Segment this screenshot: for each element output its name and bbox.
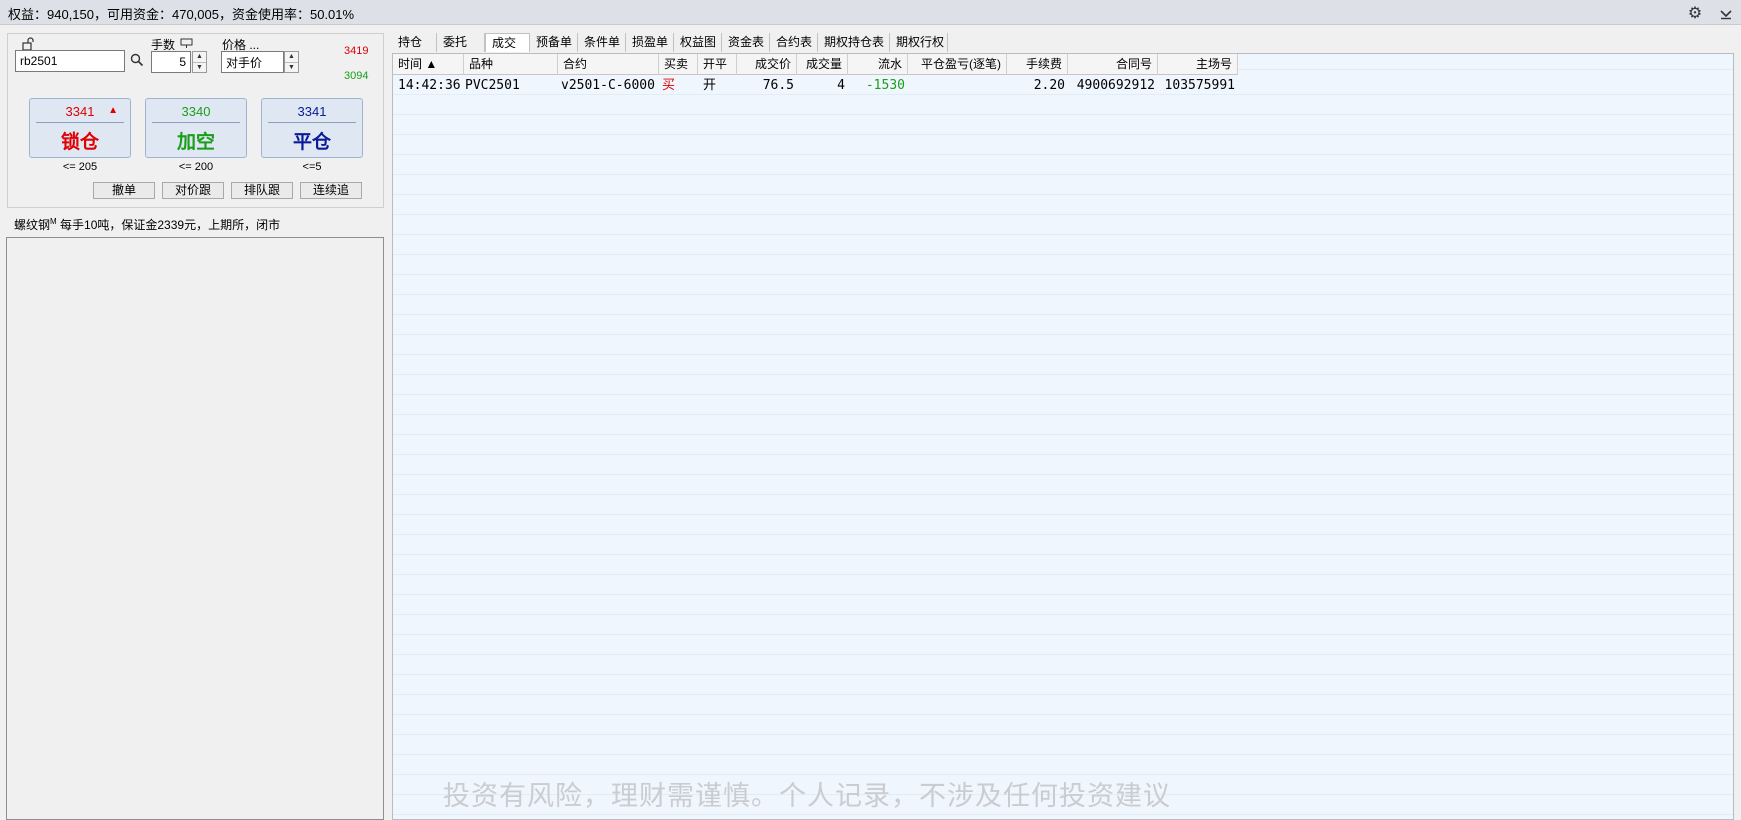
cell-volume: 4 (837, 78, 845, 93)
tab-conditional-orders[interactable]: 条件单 (578, 33, 626, 52)
continuous-chase-button[interactable]: 连续追 (300, 182, 362, 199)
price-stepper[interactable]: ▲ ▼ (284, 51, 299, 73)
up-arrow-icon: ▲ (108, 105, 118, 116)
trades-table: 时间 ▲ 品种 合约 买卖 开平 成交价 成交量 流水 平仓盈亏(逐笔) 手续费… (392, 53, 1734, 820)
button-divider (36, 122, 124, 123)
opponent-price-follow-button[interactable]: 对价跟 (162, 182, 224, 199)
account-summary-bar: 权益：940,150，可用资金：470,005，资金使用率：50.01% ⚙ (0, 0, 1741, 25)
button-divider (152, 122, 240, 123)
collapse-icon[interactable] (1716, 3, 1736, 23)
lock-position-label: 锁仓 (60, 131, 99, 153)
close-position-price: 3341 (297, 104, 327, 119)
column-header-side[interactable]: 买卖 (659, 54, 698, 75)
contract-input[interactable] (15, 50, 125, 72)
tab-trades[interactable]: 成交 (485, 33, 530, 52)
column-header-product[interactable]: 品种 (464, 54, 558, 75)
column-header-volume[interactable]: 成交量 (797, 54, 848, 75)
column-header-price[interactable]: 成交价 (737, 54, 797, 75)
table-header: 时间 ▲ 品种 合约 买卖 开平 成交价 成交量 流水 平仓盈亏(逐笔) 手续费… (393, 54, 1238, 75)
tab-funds-table[interactable]: 资金表 (722, 33, 770, 52)
tab-equity-chart[interactable]: 权益图 (674, 33, 722, 52)
column-header-time[interactable]: 时间 ▲ (393, 54, 464, 75)
account-summary-text: 权益：940,150，可用资金：470,005，资金使用率：50.01% (8, 7, 355, 22)
quantity-input[interactable] (151, 51, 191, 73)
gear-icon[interactable]: ⚙ (1685, 3, 1705, 23)
lower-limit-price: 3094 (344, 70, 369, 82)
button-divider (268, 122, 356, 123)
risk-disclaimer-watermark: 投资有风险，理财需谨慎。个人记录，不涉及任何投资建议 (443, 781, 1171, 811)
column-header-contract-no[interactable]: 合同号 (1068, 54, 1158, 75)
add-short-limit: <= 200 (178, 161, 214, 173)
queue-follow-button[interactable]: 排队跟 (231, 182, 293, 199)
contract-marker: M (50, 217, 57, 226)
tab-positions[interactable]: 持仓 (392, 33, 437, 52)
cell-side: 买 (662, 78, 676, 93)
price-type-select[interactable]: 对手价 (221, 51, 284, 73)
lock-position-limit: <= 205 (62, 161, 98, 173)
tab-orders[interactable]: 委托 (437, 33, 485, 52)
column-header-cashflow[interactable]: 流水 (848, 54, 908, 75)
contract-name: 螺纹钢 (14, 218, 51, 232)
cell-open-close: 开 (703, 78, 717, 93)
column-header-open-close[interactable]: 开平 (698, 54, 737, 75)
table-row[interactable]: 14:42:36 PVC2501 v2501-C-6000 买 开 76.5 4… (393, 76, 1238, 95)
records-panel: 持仓 委托 成交 预备单 条件单 损盈单 权益图 资金表 合约表 期权持仓表 期… (392, 33, 1734, 820)
close-position-limit: <=5 (302, 161, 322, 173)
cell-price: 76.5 (762, 78, 794, 93)
chart-area (6, 237, 384, 820)
close-position-button[interactable]: 3341 平仓 (261, 98, 363, 158)
add-short-price: 3340 (181, 104, 211, 119)
close-position-label: 平仓 (292, 131, 331, 153)
contract-details: 每手10吨，保证金2339元，上期所，闭市 (56, 218, 281, 232)
cell-time: 14:42:36 (398, 78, 461, 93)
search-icon[interactable] (130, 53, 144, 67)
cancel-order-button[interactable]: 撤单 (93, 182, 155, 199)
column-header-fee[interactable]: 手续费 (1007, 54, 1068, 75)
cell-fee: 2.20 (1033, 78, 1065, 93)
cell-product: PVC2501 (465, 78, 520, 93)
tab-stop-orders[interactable]: 损盈单 (626, 33, 674, 52)
order-entry-panel: 手数 ▲▼ 价格 ... 对手价 ▲▼ 3419 3094 3341 ▲ 锁仓 … (7, 33, 384, 208)
unlock-icon[interactable] (21, 37, 37, 51)
tab-option-exercise[interactable]: 期权行权 (890, 33, 948, 52)
lock-position-button[interactable]: 3341 ▲ 锁仓 (29, 98, 131, 158)
cell-contract-no: 4900692912 (1076, 78, 1155, 93)
add-short-label: 加空 (176, 131, 215, 153)
contract-info: 螺纹钢M 每手10吨，保证金2339元，上期所，闭市 (14, 216, 280, 233)
tab-option-positions[interactable]: 期权持仓表 (818, 33, 890, 52)
quantity-stepper[interactable]: ▲ ▼ (192, 51, 207, 73)
cell-close-pnl (908, 76, 1007, 95)
quantity-settings-icon[interactable] (180, 38, 193, 49)
add-short-button[interactable]: 3340 加空 (145, 98, 247, 158)
records-tabs: 持仓 委托 成交 预备单 条件单 损盈单 权益图 资金表 合约表 期权持仓表 期… (392, 33, 948, 52)
cell-cashflow: -1530 (865, 78, 905, 93)
column-header-contract[interactable]: 合约 (558, 54, 659, 75)
upper-limit-price: 3419 (344, 45, 369, 57)
tab-prepared-orders[interactable]: 预备单 (530, 33, 578, 52)
cell-contract: v2501-C-6000 (561, 78, 655, 93)
tab-contract-table[interactable]: 合约表 (770, 33, 818, 52)
cell-exchange-no: 103575991 (1164, 78, 1235, 93)
column-header-exchange-no[interactable]: 主场号 (1158, 54, 1238, 75)
column-header-close-pnl[interactable]: 平仓盈亏(逐笔) (908, 54, 1007, 75)
